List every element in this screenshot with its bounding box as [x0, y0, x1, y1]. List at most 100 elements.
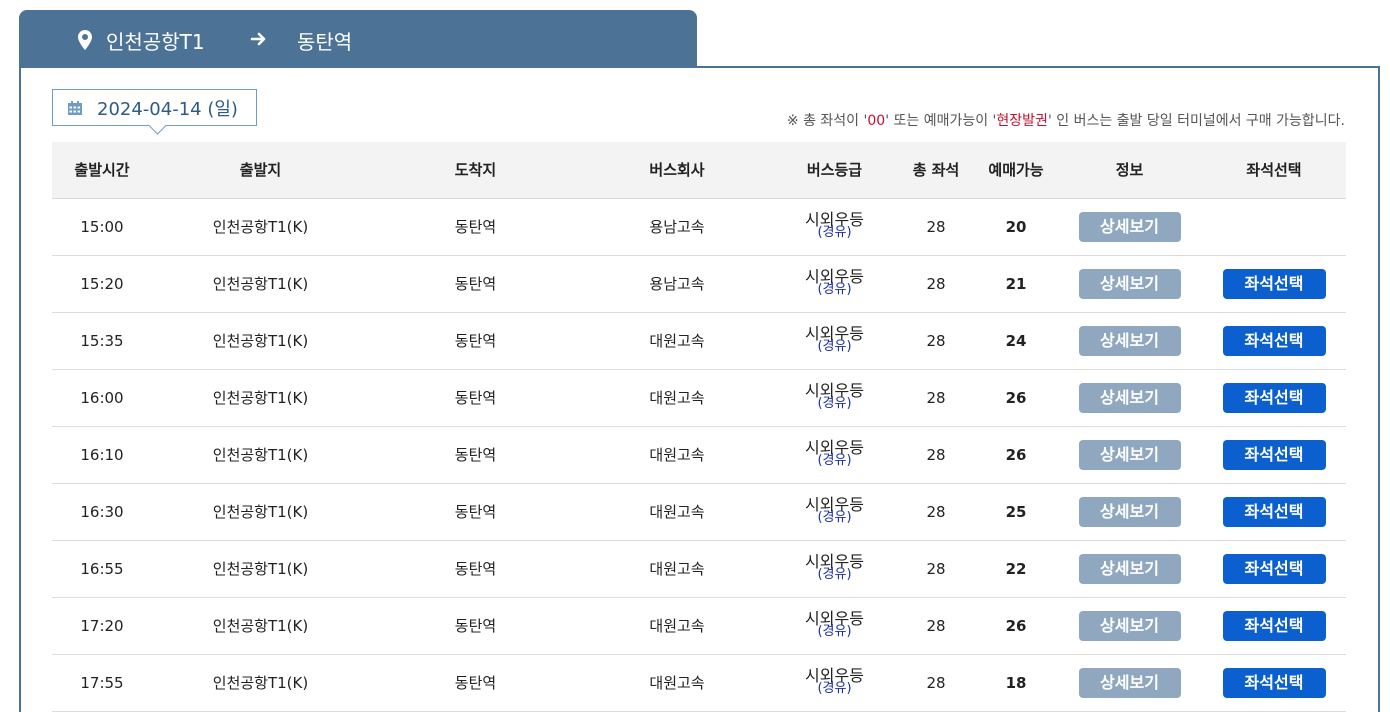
table-row: 16:30 인천공항T1(K) 동탄역 대원고속 시외우등 (경유) 28 25 상세보기 좌석선… — [52, 483, 1346, 541]
table-row: 17:55 인천공항T1(K) 동탄역 대원고속 시외우등 (경유) 28 18 상세보기 좌석선… — [52, 654, 1346, 712]
arrival-terminal: 동탄역 — [369, 255, 582, 313]
departure-terminal: 인천공항T1(K) — [152, 597, 369, 655]
detail-button[interactable]: 상세보기 — [1078, 553, 1181, 584]
departure-terminal: 인천공항T1(K) — [152, 483, 369, 541]
bus-grade-cell: 시외우등 (경유) — [772, 483, 897, 541]
detail-button[interactable]: 상세보기 — [1078, 496, 1181, 527]
seat-select-button[interactable]: 좌석선택 — [1222, 667, 1326, 698]
departure-terminal: 인천공항T1(K) — [152, 312, 369, 370]
column-header: 총 좌석 — [897, 142, 975, 199]
table-row: 16:55 인천공항T1(K) 동탄역 대원고속 시외우등 (경유) 28 22 상세보기 좌석선… — [52, 540, 1346, 598]
arrival-terminal: 동탄역 — [369, 312, 582, 370]
available-seats: 26 — [975, 597, 1057, 655]
seat-select-button[interactable]: 좌석선택 — [1222, 382, 1326, 413]
departure-terminal: 인천공항T1(K) — [152, 654, 369, 712]
column-header: 예매가능 — [975, 142, 1057, 199]
notice-text: ※ 총 좌석이 '00' 또는 예매가능이 '현장발권' 인 버스는 출발 당일… — [786, 113, 1345, 129]
bus-grade: 시외우등 (경유) — [805, 609, 864, 639]
available-seats: 18 — [975, 654, 1057, 712]
seat-select-button[interactable]: 좌석선택 — [1222, 325, 1326, 356]
route-origin: 인천공항T1 — [106, 30, 205, 54]
bus-company: 대원고속 — [582, 426, 772, 484]
column-header: 버스등급 — [772, 142, 897, 199]
departure-time: 17:20 — [52, 597, 152, 655]
seat-select-button[interactable]: 좌석선택 — [1222, 553, 1326, 584]
date-selector[interactable]: 2024-04-14 (일) — [52, 89, 257, 126]
bus-company: 대원고속 — [582, 369, 772, 427]
bus-grade-cell: 시외우등 (경유) — [772, 198, 897, 256]
seat-select-cell: 좌석선택 — [1202, 255, 1346, 313]
column-header: 좌석선택 — [1202, 142, 1346, 199]
bus-grade-cell: 시외우등 (경유) — [772, 654, 897, 712]
bus-grade-cell: 시외우등 (경유) — [772, 540, 897, 598]
seat-select-button[interactable]: 좌석선택 — [1222, 439, 1326, 470]
departure-terminal: 인천공항T1(K) — [152, 255, 369, 313]
table-row: 15:35 인천공항T1(K) 동탄역 대원고속 시외우등 (경유) 28 24 상세보기 좌석선… — [52, 312, 1346, 370]
seat-select-cell: 좌석선택 — [1202, 369, 1346, 427]
seat-select-cell — [1202, 198, 1346, 256]
table-row: 15:00 인천공항T1(K) 동탄역 용남고속 시외우등 (경유) 28 20 상세보기 — [52, 198, 1346, 256]
seat-select-cell: 좌석선택 — [1202, 540, 1346, 598]
departure-terminal: 인천공항T1(K) — [152, 540, 369, 598]
total-seats: 28 — [897, 483, 975, 541]
table-body: 15:00 인천공항T1(K) 동탄역 용남고속 시외우등 (경유) 28 20 상세보기 15:… — [52, 198, 1346, 712]
total-seats: 28 — [897, 312, 975, 370]
column-header: 도착지 — [369, 142, 582, 199]
route-destination: 동탄역 — [297, 30, 353, 54]
total-seats: 28 — [897, 597, 975, 655]
detail-button[interactable]: 상세보기 — [1078, 211, 1181, 242]
bus-grade-cell: 시외우등 (경유) — [772, 312, 897, 370]
departure-time: 15:20 — [52, 255, 152, 313]
bus-company: 대원고속 — [582, 597, 772, 655]
detail-button[interactable]: 상세보기 — [1078, 667, 1181, 698]
detail-button[interactable]: 상세보기 — [1078, 382, 1181, 413]
info-cell: 상세보기 — [1057, 540, 1202, 598]
bus-grade: 시외우등 (경유) — [805, 438, 864, 468]
table-row: 16:00 인천공항T1(K) 동탄역 대원고속 시외우등 (경유) 28 26 상세보기 좌석선… — [52, 369, 1346, 427]
total-seats: 28 — [897, 255, 975, 313]
bus-grade: 시외우등 (경유) — [805, 495, 864, 525]
arrival-terminal: 동탄역 — [369, 654, 582, 712]
bus-grade: 시외우등 (경유) — [805, 324, 864, 354]
table-header-row: 출발시간 출발지 도착지 버스회사 버스등급 총 좌석 예매가능 정보 좌석선택 — [52, 142, 1346, 199]
bus-company: 용남고속 — [582, 255, 772, 313]
seat-select-button[interactable]: 좌석선택 — [1222, 268, 1326, 299]
info-cell: 상세보기 — [1057, 426, 1202, 484]
detail-button[interactable]: 상세보기 — [1078, 610, 1181, 641]
seat-select-cell: 좌석선택 — [1202, 597, 1346, 655]
bus-company: 용남고속 — [582, 198, 772, 256]
detail-button[interactable]: 상세보기 — [1078, 439, 1181, 470]
detail-button[interactable]: 상세보기 — [1078, 325, 1181, 356]
total-seats: 28 — [897, 198, 975, 256]
route-header: 인천공항T1 동탄역 — [19, 10, 697, 68]
departure-time: 15:00 — [52, 198, 152, 256]
bus-grade-cell: 시외우등 (경유) — [772, 597, 897, 655]
departure-time: 16:10 — [52, 426, 152, 484]
info-cell: 상세보기 — [1057, 312, 1202, 370]
bus-schedule-table: 출발시간 출발지 도착지 버스회사 버스등급 총 좌석 예매가능 정보 좌석선택 15:00 인천… — [52, 142, 1346, 712]
column-header: 정보 — [1057, 142, 1202, 199]
total-seats: 28 — [897, 369, 975, 427]
bus-grade: 시외우등 (경유) — [805, 210, 864, 240]
bus-company: 대원고속 — [582, 483, 772, 541]
detail-button[interactable]: 상세보기 — [1078, 268, 1181, 299]
departure-time: 16:55 — [52, 540, 152, 598]
departure-time: 16:30 — [52, 483, 152, 541]
seat-select-button[interactable]: 좌석선택 — [1222, 496, 1326, 527]
bus-grade: 시외우등 (경유) — [805, 552, 864, 582]
seat-select-cell: 좌석선택 — [1202, 654, 1346, 712]
arrival-terminal: 동탄역 — [369, 483, 582, 541]
date-value: 2024-04-14 (일) — [97, 98, 238, 120]
seat-select-cell: 좌석선택 — [1202, 483, 1346, 541]
bus-company: 대원고속 — [582, 654, 772, 712]
departure-time: 16:00 — [52, 369, 152, 427]
bus-grade-cell: 시외우등 (경유) — [772, 369, 897, 427]
map-pin-icon — [78, 30, 92, 50]
bus-company: 대원고속 — [582, 540, 772, 598]
seat-select-button[interactable]: 좌석선택 — [1222, 610, 1326, 641]
available-seats: 24 — [975, 312, 1057, 370]
calendar-icon — [68, 100, 82, 115]
departure-terminal: 인천공항T1(K) — [152, 426, 369, 484]
arrival-terminal: 동탄역 — [369, 369, 582, 427]
table-row: 15:20 인천공항T1(K) 동탄역 용남고속 시외우등 (경유) 28 21 상세보기 좌석선… — [52, 255, 1346, 313]
